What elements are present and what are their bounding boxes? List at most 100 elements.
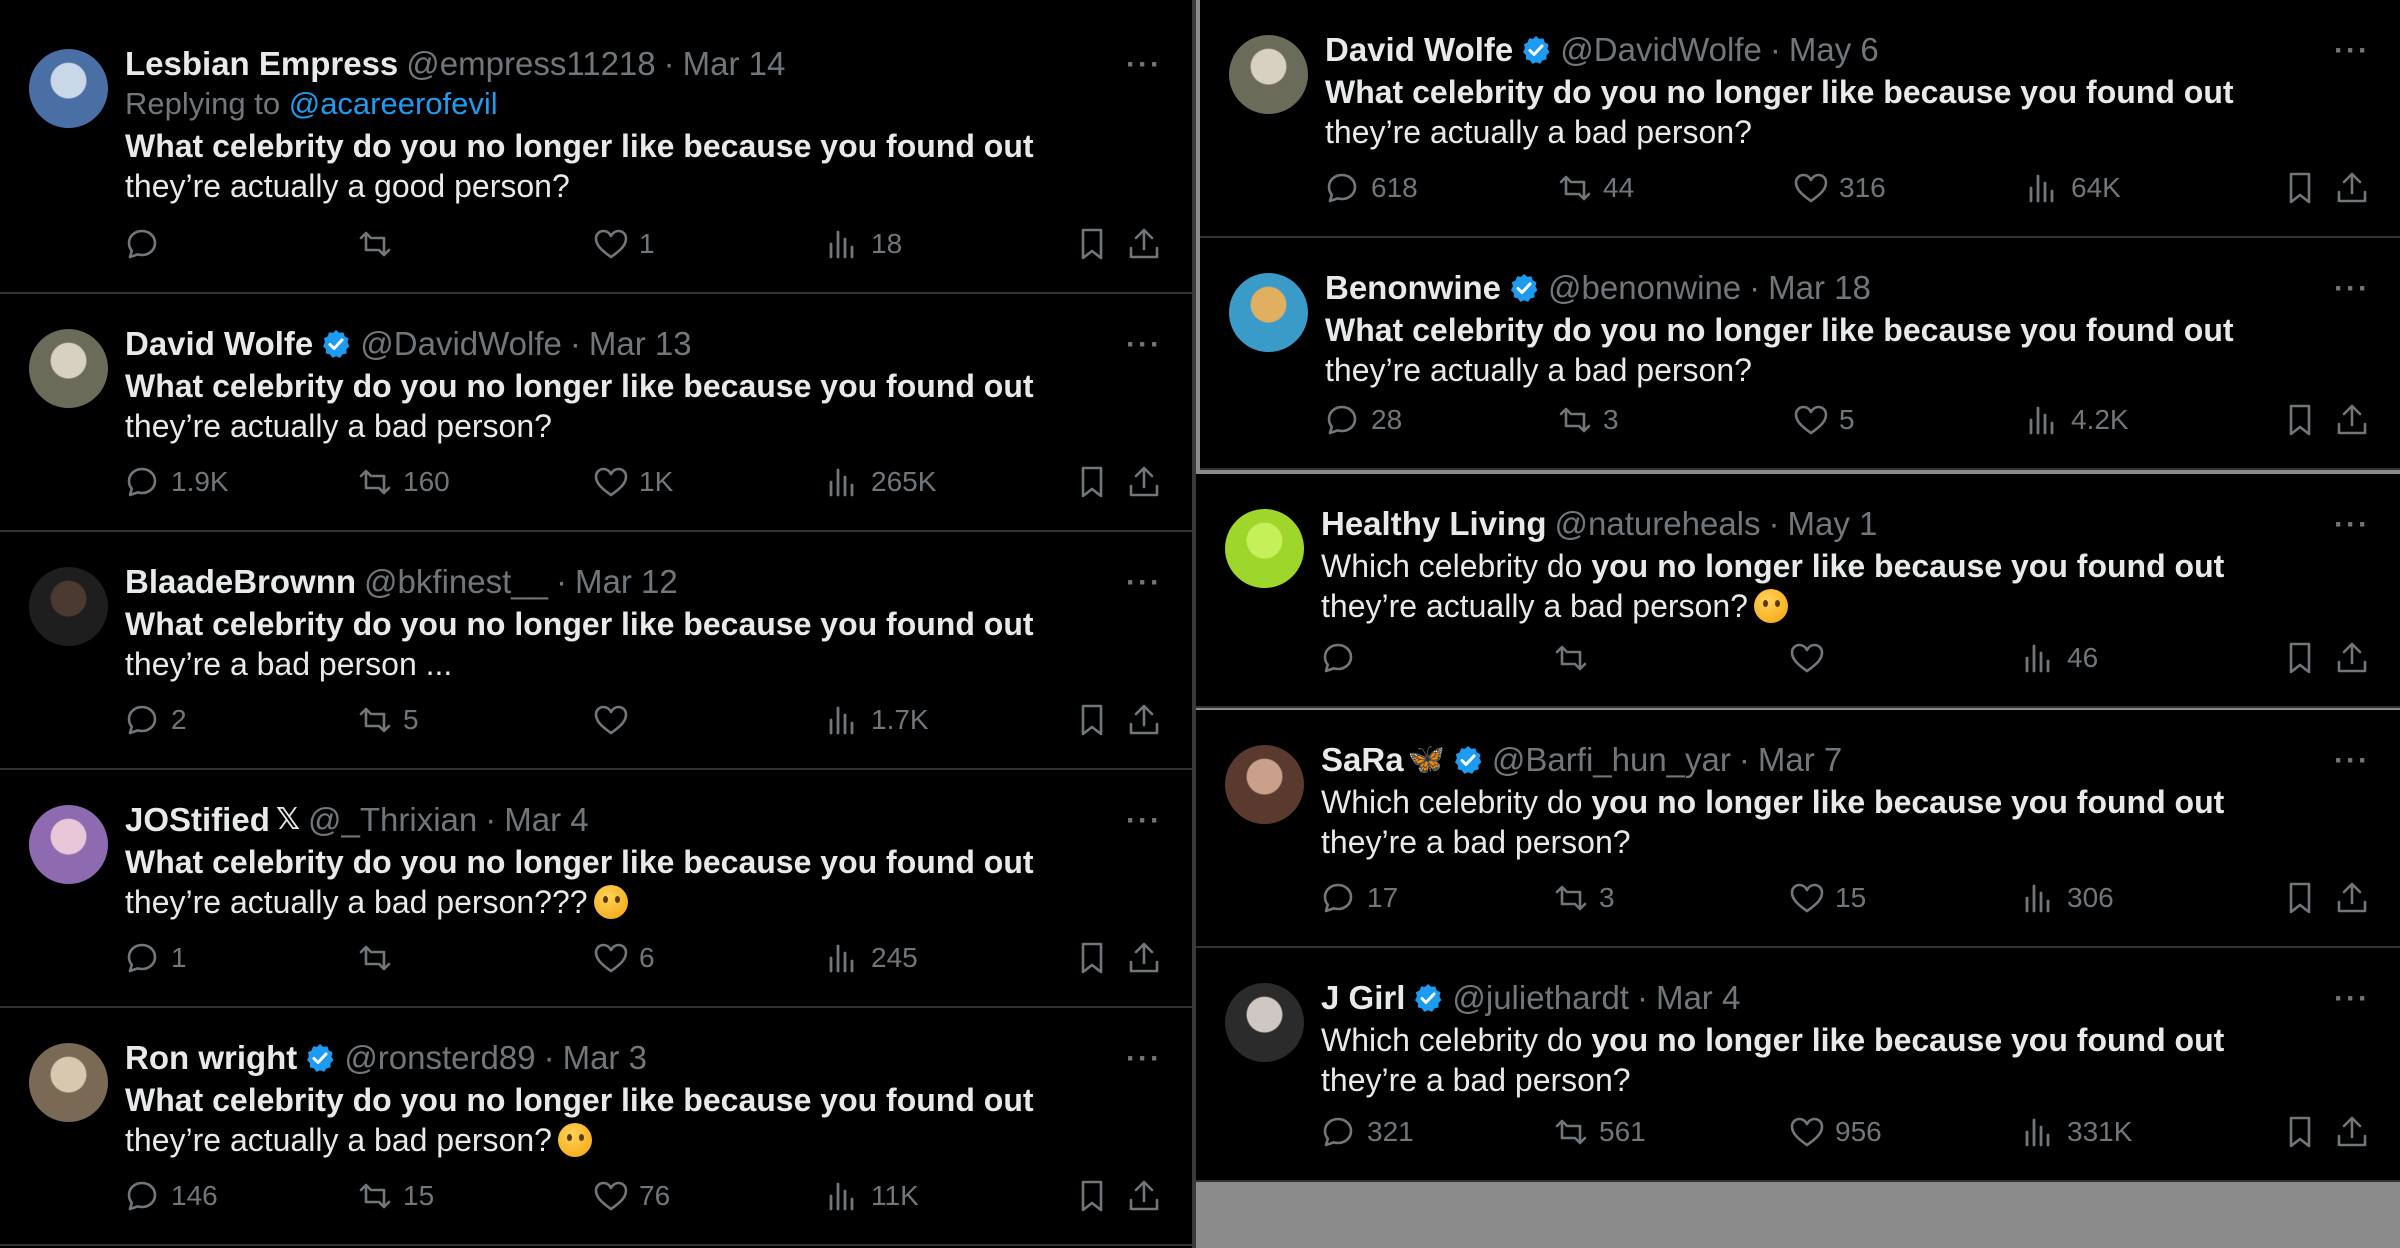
share-button[interactable]	[1126, 226, 1162, 262]
handle[interactable]: @bkfinest__	[364, 562, 548, 602]
views-button[interactable]: 11K	[825, 1178, 919, 1214]
share-button[interactable]	[2334, 1114, 2370, 1150]
more-options-icon[interactable]: ···	[1126, 566, 1162, 600]
more-options-icon[interactable]: ···	[1126, 804, 1162, 838]
display-name[interactable]: Ron wright	[125, 1038, 297, 1078]
like-button[interactable]	[1789, 640, 1835, 676]
timestamp[interactable]: Mar 18	[1768, 268, 1871, 308]
like-button[interactable]: 76	[593, 1178, 670, 1214]
timestamp[interactable]: Mar 7	[1758, 740, 1842, 780]
avatar[interactable]	[29, 805, 108, 884]
reply-button[interactable]: 146	[125, 1178, 218, 1214]
more-options-icon[interactable]: ···	[2334, 982, 2370, 1016]
timestamp[interactable]: May 1	[1788, 504, 1878, 544]
views-button[interactable]: 18	[825, 226, 902, 262]
bookmark-button[interactable]	[2282, 1114, 2318, 1150]
more-options-icon[interactable]: ···	[1126, 48, 1162, 82]
retweet-button[interactable]	[357, 940, 403, 976]
views-button[interactable]: 4.2K	[2025, 402, 2129, 438]
bookmark-button[interactable]	[2282, 640, 2318, 676]
tweet[interactable]: Ron wright @ronsterd89 · Mar 3 ··· What celeb…	[0, 1008, 1192, 1246]
retweet-button[interactable]	[357, 226, 403, 262]
like-button[interactable]: 316	[1793, 170, 1886, 206]
more-options-icon[interactable]: ···	[2334, 34, 2370, 68]
retweet-button[interactable]: 15	[357, 1178, 434, 1214]
tweet[interactable]: BlaadeBrownn @bkfinest__ · Mar 12 ··· What ce…	[0, 532, 1192, 770]
avatar[interactable]	[1225, 745, 1304, 824]
handle[interactable]: @ronsterd89	[344, 1038, 535, 1078]
like-button[interactable]: 1K	[593, 464, 673, 500]
tweet[interactable]: JOStified 𝕏 @_Thrixian · Mar 4 ··· What celebr…	[0, 770, 1192, 1008]
share-button[interactable]	[2334, 402, 2370, 438]
more-options-icon[interactable]: ···	[1126, 1042, 1162, 1076]
display-name[interactable]: David Wolfe	[125, 324, 313, 364]
views-button[interactable]: 306	[2021, 880, 2114, 916]
retweet-button[interactable]: 44	[1557, 170, 1634, 206]
tweet[interactable]: Lesbian Empress @empress11218 · Mar 14 ··· Re…	[0, 14, 1192, 294]
reply-button[interactable]	[1321, 640, 1367, 676]
tweet[interactable]: David Wolfe @DavidWolfe · May 6 ··· What cele…	[1200, 0, 2400, 238]
handle[interactable]: @natureheals	[1555, 504, 1761, 544]
replying-handle-link[interactable]: @acareerofevil	[289, 86, 498, 121]
like-button[interactable]	[593, 702, 639, 738]
more-options-icon[interactable]: ···	[2334, 508, 2370, 542]
views-button[interactable]: 331K	[2021, 1114, 2132, 1150]
retweet-button[interactable]: 3	[1553, 880, 1615, 916]
views-button[interactable]: 64K	[2025, 170, 2121, 206]
bookmark-button[interactable]	[2282, 170, 2318, 206]
bookmark-button[interactable]	[1074, 940, 1110, 976]
share-button[interactable]	[2334, 640, 2370, 676]
like-button[interactable]: 1	[593, 226, 655, 262]
timestamp[interactable]: Mar 12	[575, 562, 678, 602]
share-button[interactable]	[1126, 464, 1162, 500]
handle[interactable]: @Barfi_hun_yar	[1492, 740, 1731, 780]
avatar[interactable]	[1229, 35, 1308, 114]
share-button[interactable]	[1126, 702, 1162, 738]
more-options-icon[interactable]: ···	[1126, 328, 1162, 362]
reply-button[interactable]: 1	[125, 940, 187, 976]
retweet-button[interactable]: 5	[357, 702, 419, 738]
avatar[interactable]	[1225, 983, 1304, 1062]
display-name[interactable]: SaRa	[1321, 740, 1404, 780]
reply-button[interactable]: 17	[1321, 880, 1398, 916]
views-button[interactable]: 245	[825, 940, 918, 976]
avatar[interactable]	[29, 329, 108, 408]
bookmark-button[interactable]	[1074, 464, 1110, 500]
views-button[interactable]: 46	[2021, 640, 2098, 676]
like-button[interactable]: 5	[1793, 402, 1855, 438]
reply-button[interactable]: 321	[1321, 1114, 1414, 1150]
timestamp[interactable]: Mar 3	[563, 1038, 647, 1078]
reply-button[interactable]: 28	[1325, 402, 1402, 438]
reply-button[interactable]	[125, 226, 171, 262]
timestamp[interactable]: Mar 13	[589, 324, 692, 364]
bookmark-button[interactable]	[2282, 880, 2318, 916]
avatar[interactable]	[29, 1043, 108, 1122]
handle[interactable]: @benonwine	[1548, 268, 1741, 308]
avatar[interactable]	[29, 49, 108, 128]
display-name[interactable]: J Girl	[1321, 978, 1405, 1018]
views-button[interactable]: 1.7K	[825, 702, 929, 738]
tweet[interactable]: Benonwine @benonwine · Mar 18 ··· What celebr…	[1200, 238, 2400, 470]
share-button[interactable]	[2334, 170, 2370, 206]
display-name[interactable]: BlaadeBrownn	[125, 562, 356, 602]
like-button[interactable]: 6	[593, 940, 655, 976]
views-button[interactable]: 265K	[825, 464, 936, 500]
bookmark-button[interactable]	[2282, 402, 2318, 438]
reply-button[interactable]: 618	[1325, 170, 1418, 206]
more-options-icon[interactable]: ···	[2334, 272, 2370, 306]
avatar[interactable]	[29, 567, 108, 646]
share-button[interactable]	[2334, 880, 2370, 916]
timestamp[interactable]: Mar 4	[504, 800, 588, 840]
retweet-button[interactable]: 561	[1553, 1114, 1646, 1150]
more-options-icon[interactable]: ···	[2334, 744, 2370, 778]
retweet-button[interactable]: 3	[1557, 402, 1619, 438]
handle[interactable]: @_Thrixian	[308, 800, 477, 840]
avatar[interactable]	[1225, 509, 1304, 588]
tweet[interactable]: J Girl @juliethardt · Mar 4 ··· Which celebri…	[1196, 948, 2400, 1182]
bookmark-button[interactable]	[1074, 226, 1110, 262]
share-button[interactable]	[1126, 940, 1162, 976]
like-button[interactable]: 956	[1789, 1114, 1882, 1150]
share-button[interactable]	[1126, 1178, 1162, 1214]
avatar[interactable]	[1229, 273, 1308, 352]
bookmark-button[interactable]	[1074, 702, 1110, 738]
